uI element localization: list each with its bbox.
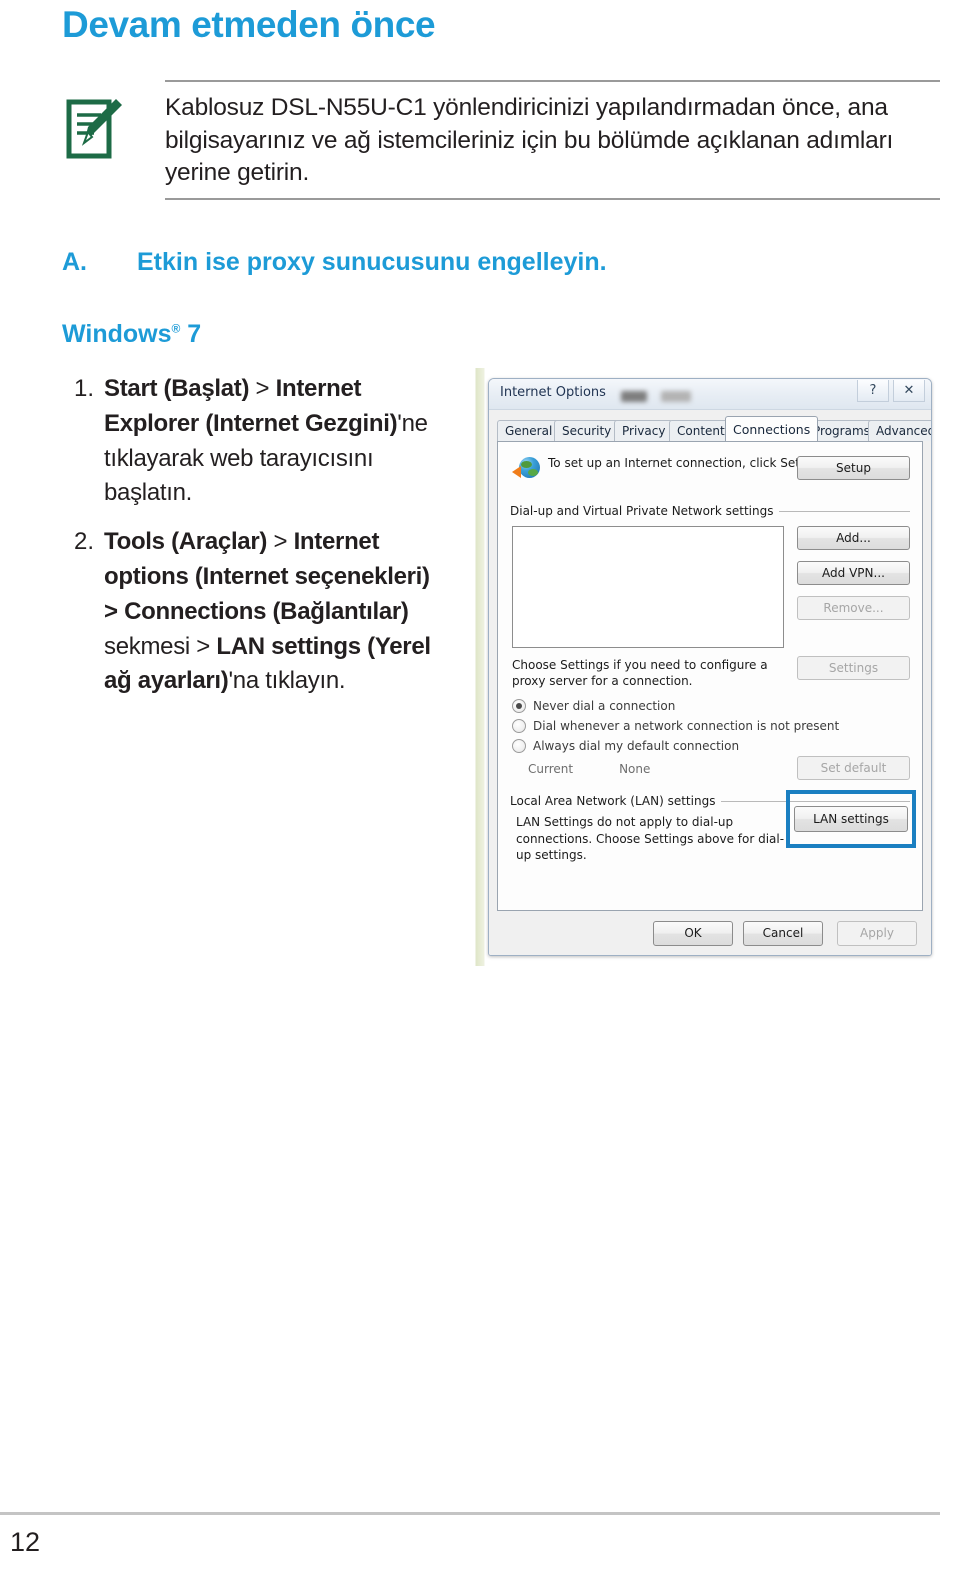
tab-security[interactable]: Security [554,420,620,441]
page-number: 12 [10,1527,41,1557]
setup-button[interactable]: Setup [797,456,910,480]
step-fragment: 'na tıklayın. [228,667,346,695]
dialup-group-label: Dial-up and Virtual Private Network sett… [510,504,774,518]
radio-never-dial[interactable]: Never dial a connection [512,696,839,716]
current-connection-row: Current None [528,762,650,776]
note-callout: Kablosuz DSL-N55U-C1 yönlendiricinizi ya… [62,80,940,200]
close-icon[interactable]: ✕ [893,380,925,402]
globe-icon [512,456,540,482]
dialog-title: Internet Options [500,385,606,400]
add-button[interactable]: Add... [797,526,910,550]
steps-list: 1. Start (Başlat) > Internet Explorer (I… [62,372,442,713]
internet-options-dialog: Internet Options ? ✕ General Security Pr… [488,378,932,956]
radio-label: Dial whenever a network connection is no… [533,719,840,733]
list-item: 1. Start (Başlat) > Internet Explorer (I… [62,372,442,511]
radio-icon [512,699,526,713]
page-title: Devam etmeden önce [62,4,436,45]
settings-button[interactable]: Settings [797,656,910,680]
lan-group-label: Local Area Network (LAN) settings [510,794,716,808]
tab-connections[interactable]: Connections [725,416,819,441]
radio-dial-when-no-network[interactable]: Dial whenever a network connection is no… [512,716,839,736]
step-number: 2. [73,528,94,556]
footer-rule [0,1512,940,1515]
current-value: None [619,762,651,776]
step-text: Tools (Araçlar) > Internet options (Inte… [104,525,442,699]
list-item: 2. Tools (Araçlar) > Internet options (I… [62,525,442,699]
proxy-note: Choose Settings if you need to configure… [512,658,768,689]
os-registered-mark: ® [171,321,181,336]
radio-icon [512,739,526,753]
tab-privacy[interactable]: Privacy [614,420,674,441]
group-divider [779,510,910,512]
step-text: Start (Başlat) > Internet Explorer (Inte… [104,372,442,511]
redacted-text-block [661,391,691,402]
note-text: Kablosuz DSL-N55U-C1 yönlendiricinizi ya… [165,94,894,187]
os-label-name: Windows [62,320,172,348]
internet-options-screenshot: Internet Options ? ✕ General Security Pr… [470,368,940,966]
os-version: 7 [187,320,202,348]
current-label: Current [528,762,574,776]
dialup-group-title: Dial-up and Virtual Private Network sett… [510,504,910,518]
dial-mode-radio-group: Never dial a connection Dial whenever a … [512,696,839,756]
dialup-buttons: Add... Add VPN... Remove... [797,526,910,631]
os-label: Windows® 7 [62,320,201,349]
radio-icon [512,719,526,733]
tab-general[interactable]: General [497,420,561,441]
lan-settings-button[interactable]: LAN settings [794,806,908,832]
step-fragment: Start (Başlat) [104,375,256,402]
section-a-heading: A. Etkin ise proxy sunucusunu engelleyin… [62,248,940,277]
set-default-button[interactable]: Set default [797,756,910,780]
ok-button[interactable]: OK [653,921,733,946]
radio-label: Always dial my default connection [533,739,740,753]
help-icon[interactable]: ? [857,380,889,402]
step-fragment: > [273,528,294,556]
note-pencil-icon [62,92,150,167]
add-vpn-button[interactable]: Add VPN... [797,561,910,585]
lan-note: LAN Settings do not apply to dial-up con… [516,815,785,863]
connections-listbox[interactable] [512,526,784,648]
radio-label: Never dial a connection [533,699,676,713]
redacted-text-block [621,391,647,402]
apply-button[interactable]: Apply [837,921,917,946]
note-bottom-rule [165,197,940,200]
radio-always-dial-default[interactable]: Always dial my default connection [512,736,839,756]
tab-content[interactable]: Content [669,420,733,441]
section-letter: A. [62,248,87,276]
dialog-footer: OK Cancel Apply [489,911,931,955]
section-heading-text: Etkin ise proxy sunucusunu engelleyin. [137,248,607,276]
dialog-tabs: General Security Privacy Content Connect… [497,416,931,441]
connections-tab-panel: To set up an Internet connection, click … [497,441,923,911]
remove-button[interactable]: Remove... [797,596,910,620]
step-fragment: sekmesi > [104,632,217,660]
step-fragment: Tools (Araçlar) [104,528,274,556]
step-fragment: > [255,375,276,402]
dialog-titlebar: Internet Options ? ✕ [489,379,931,410]
tab-advanced[interactable]: Advanced [868,420,931,441]
cancel-button[interactable]: Cancel [743,921,823,946]
step-number: 1. [73,375,94,402]
